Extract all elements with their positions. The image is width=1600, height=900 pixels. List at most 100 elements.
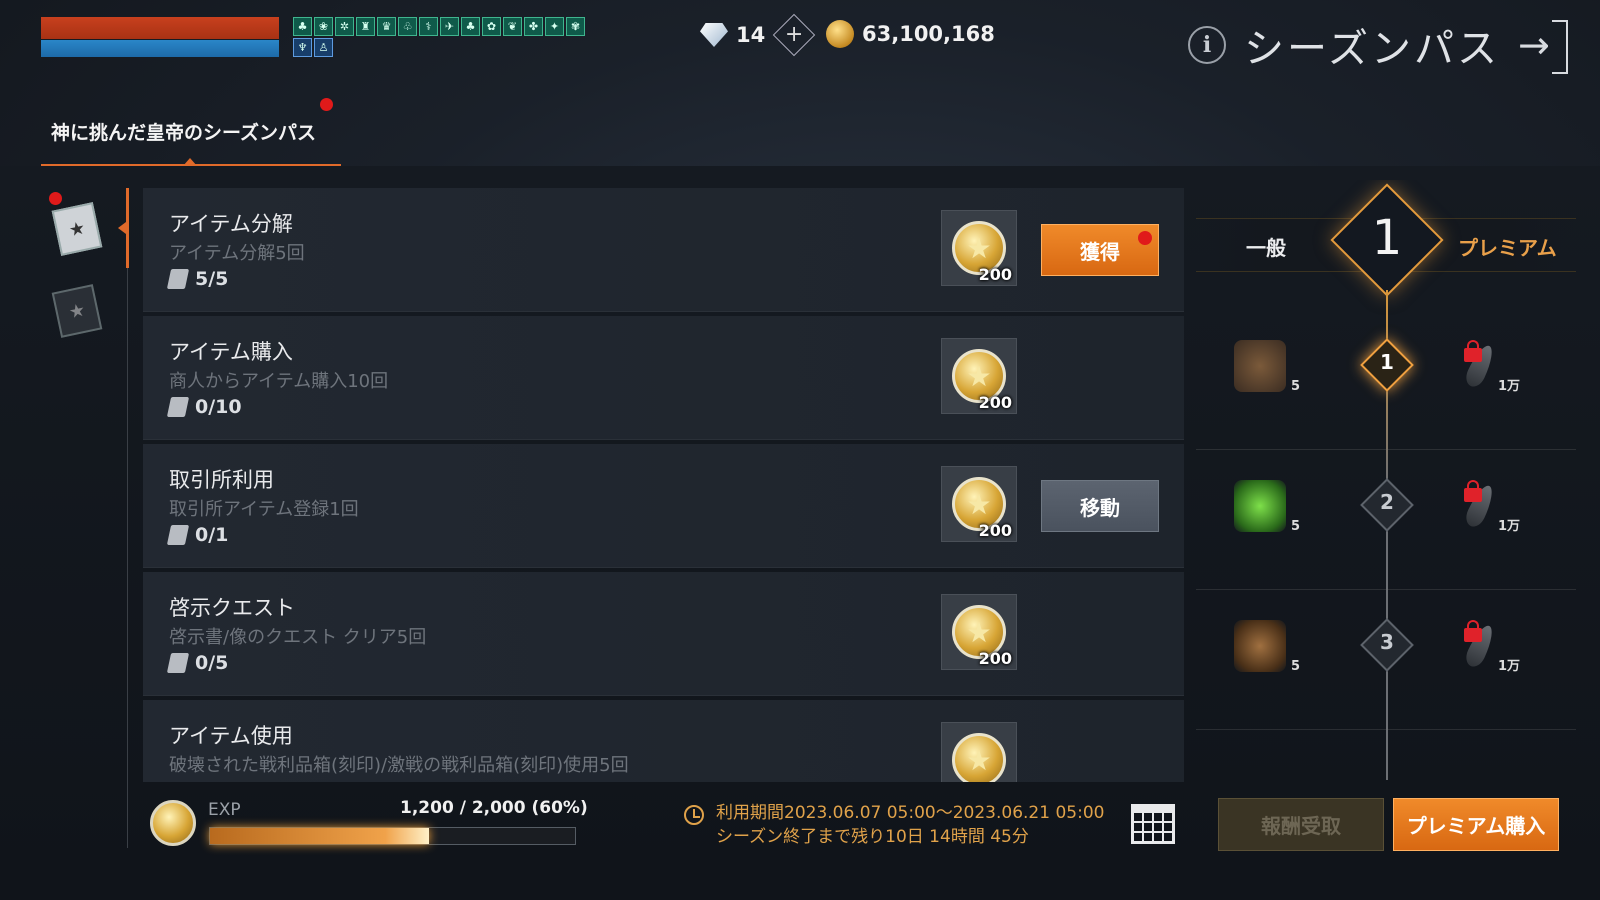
reward-slot[interactable]: ★ 200: [941, 594, 1017, 670]
lock-icon: [1464, 620, 1482, 642]
notification-dot: [49, 192, 62, 205]
ticket-icon[interactable]: ★: [51, 202, 103, 256]
buff-icon[interactable]: ♛: [377, 17, 396, 36]
diamond-currency: 14 +: [700, 13, 816, 57]
buff-icon[interactable]: ♙: [314, 38, 333, 57]
claim-button[interactable]: 獲得: [1041, 224, 1159, 276]
level-number: 1: [1380, 350, 1394, 374]
time-remaining: シーズン終了まで残り10日 14時間 45分: [716, 827, 1029, 847]
level-number: 2: [1380, 490, 1394, 514]
exp-label: EXP: [208, 800, 241, 820]
potion-icon[interactable]: 5: [1234, 480, 1300, 534]
buff-icons: ♣ ❀ ✲ ♜ ♛ ♧ ⚕ ✈ ♣ ✿ ❦ ✤ ✦ ✾ ♆ ♙: [293, 17, 587, 59]
move-button[interactable]: 移動: [1041, 480, 1159, 532]
quest-item: アイテム購入 商人からアイテム購入10回 0/10 ★ 200: [143, 316, 1184, 440]
reward-slot[interactable]: ★: [941, 722, 1017, 782]
quest-progress: 0/1: [166, 524, 229, 546]
claim-button-label: 獲得: [1080, 239, 1120, 264]
hp-mp-bar: [41, 17, 279, 57]
reward-amount: 200: [978, 393, 1012, 412]
quest-title: 啓示クエスト: [169, 596, 295, 620]
pass-level-row: 5 1 1万: [1196, 310, 1576, 450]
quest-item: 啓示クエスト 啓示書/像のクエスト クリア5回 0/5 ★ 200: [143, 572, 1184, 696]
buff-icon[interactable]: ✈: [440, 17, 459, 36]
season-period: 利用期間2023.06.07 05:00～2023.06.21 05:00 シー…: [716, 801, 1104, 849]
season-coin-icon: ★: [952, 733, 1006, 782]
buff-icon[interactable]: ♜: [356, 17, 375, 36]
exit-icon[interactable]: →: [1518, 18, 1568, 74]
usage-period: 利用期間2023.06.07 05:00～2023.06.21 05:00: [716, 803, 1105, 823]
scroll-icon: [166, 525, 190, 545]
hp-bar: [41, 17, 279, 39]
reward-slot[interactable]: ★ 200: [941, 466, 1017, 542]
clock-icon: [684, 805, 704, 825]
quest-progress: 5/5: [166, 268, 229, 290]
quest-title: アイテム購入: [169, 340, 293, 364]
item-quantity: 1万: [1497, 379, 1520, 394]
current-level: 1: [1371, 210, 1403, 266]
buff-icon[interactable]: ⚕: [419, 17, 438, 36]
reward-amount: 200: [978, 265, 1012, 284]
item-quantity: 1万: [1497, 659, 1520, 674]
buff-icon[interactable]: ✤: [524, 17, 543, 36]
buff-icon[interactable]: ❀: [314, 17, 333, 36]
item-quantity: 5: [1290, 519, 1300, 534]
item-quantity: 1万: [1497, 519, 1520, 534]
pass-level-row: 5 2 1万: [1196, 450, 1576, 590]
info-icon[interactable]: i: [1188, 26, 1226, 64]
exp-value: 1,200 / 2,000 (60%): [400, 798, 588, 818]
quest-progress-value: 0/10: [195, 396, 242, 418]
buy-premium-button[interactable]: プレミアム購入: [1393, 798, 1559, 851]
notification-dot: [320, 98, 333, 111]
pass-level-row: 5 3 1万: [1196, 590, 1576, 730]
reward-amount: 200: [978, 649, 1012, 668]
normal-track-label: 一般: [1246, 236, 1286, 260]
quest-title: 取引所利用: [169, 468, 274, 492]
pouch-icon[interactable]: 5: [1234, 620, 1300, 674]
quest-progress-value: 0/5: [195, 652, 229, 674]
buff-icon[interactable]: ♆: [293, 38, 312, 57]
ticket-stack-icon[interactable]: ★: [51, 284, 103, 338]
quest-progress: 0/10: [166, 396, 242, 418]
level-number: 3: [1380, 630, 1394, 654]
active-indicator: [126, 188, 129, 268]
buff-icon[interactable]: ✦: [545, 17, 564, 36]
side-category-nav: ★ ★: [42, 188, 129, 848]
quest-title: アイテム分解: [169, 212, 293, 236]
buff-icon[interactable]: ♣: [461, 17, 480, 36]
reward-slot[interactable]: ★ 200: [941, 338, 1017, 414]
buff-icon[interactable]: ♧: [398, 17, 417, 36]
reward-slot[interactable]: ★ 200: [941, 210, 1017, 286]
quest-progress-value: 5/5: [195, 268, 229, 290]
gold-coin-icon: [826, 20, 854, 48]
add-diamond-button[interactable]: +: [773, 13, 816, 57]
receive-rewards-button[interactable]: 報酬受取: [1218, 798, 1384, 851]
buff-icon[interactable]: ✿: [482, 17, 501, 36]
buff-icon[interactable]: ♣: [293, 17, 312, 36]
buff-icon[interactable]: ❦: [503, 17, 522, 36]
exp-coin-icon: [150, 800, 196, 846]
buff-icon[interactable]: ✾: [566, 17, 585, 36]
season-pass-track[interactable]: 一般 プレミアム 1 5 1 1万 5 2 1万 5 3 1万: [1196, 180, 1576, 780]
quest-description: アイテム分解5回: [169, 243, 305, 264]
quest-description: 破壊された戦利品箱(刻印)/激戦の戦利品箱(刻印)使用5回: [169, 755, 629, 776]
tab-season-pass[interactable]: 神に挑んだ皇帝のシーズンパス: [41, 98, 341, 166]
quest-list[interactable]: アイテム分解 アイテム分解5回 5/5 ★ 200 獲得 アイテム購入 商人から…: [143, 188, 1184, 782]
premium-reward-slot[interactable]: 1万: [1454, 620, 1520, 674]
reward-amount: 200: [978, 521, 1012, 540]
scroll-icon: [166, 269, 190, 289]
buff-icon[interactable]: ✲: [335, 17, 354, 36]
mp-bar: [41, 40, 279, 57]
buff-row: ♣ ❀ ✲ ♜ ♛ ♧ ⚕ ✈ ♣ ✿ ❦ ✤ ✦ ✾: [293, 17, 587, 36]
notification-dot: [1138, 231, 1152, 245]
quest-progress-value: 0/1: [195, 524, 229, 546]
premium-reward-slot[interactable]: 1万: [1454, 340, 1520, 394]
header-right: i シーズンパス →: [1188, 16, 1568, 74]
treasure-chest-icon[interactable]: 5: [1234, 340, 1300, 394]
premium-reward-slot[interactable]: 1万: [1454, 480, 1520, 534]
premium-track-label: プレミアム: [1458, 236, 1557, 260]
quest-item: 取引所利用 取引所アイテム登録1回 0/1 ★ 200 移動: [143, 444, 1184, 568]
calendar-icon[interactable]: [1131, 804, 1175, 844]
tab-label: 神に挑んだ皇帝のシーズンパス: [51, 122, 317, 144]
exp-progress-fill: [210, 828, 429, 844]
